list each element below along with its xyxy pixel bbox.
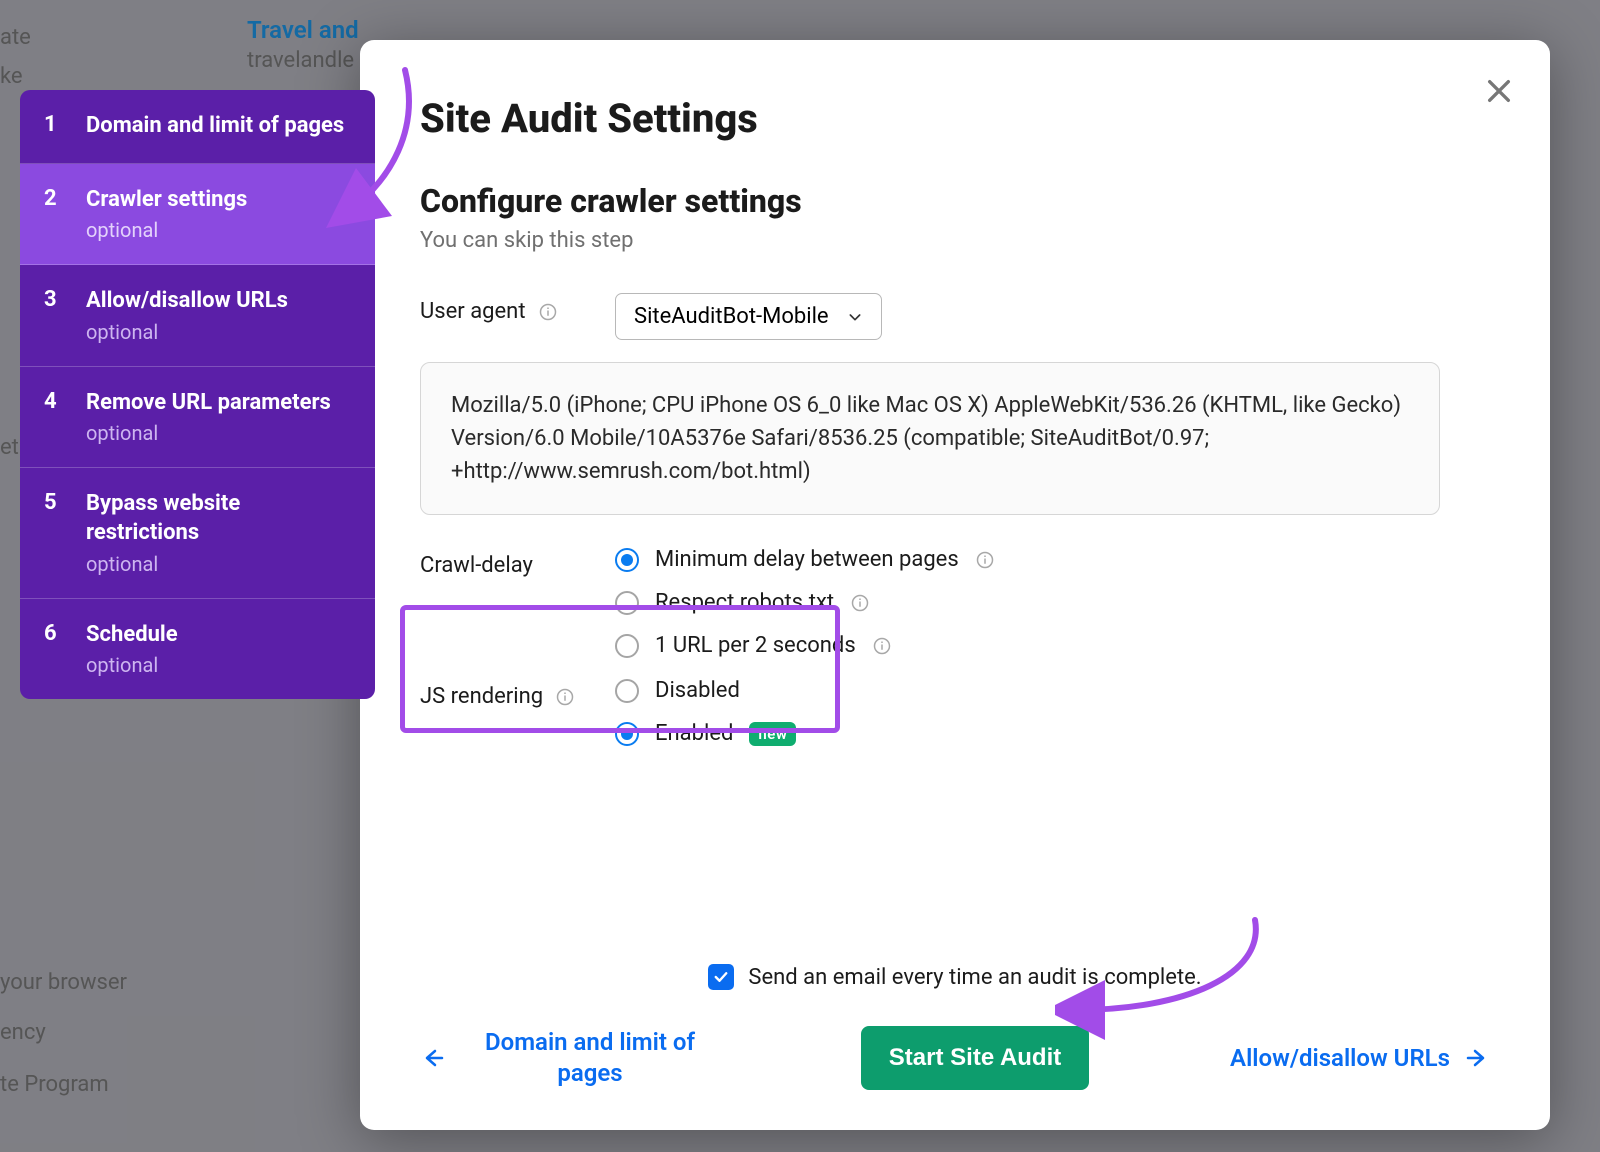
crawl-delay-label: Crawl-delay <box>420 553 533 578</box>
step-6-schedule[interactable]: 6 Schedule optional <box>20 599 375 700</box>
info-icon[interactable] <box>555 687 575 707</box>
radio-label: Minimum delay between pages <box>655 547 959 572</box>
radio-respect-robots[interactable] <box>615 591 639 615</box>
arrow-left-icon <box>420 1046 444 1070</box>
step-optional: optional <box>86 320 351 344</box>
step-5-bypass-restrictions[interactable]: 5 Bypass website restrictions optional <box>20 468 375 598</box>
step-2-crawler-settings[interactable]: 2 Crawler settings optional <box>20 164 375 266</box>
info-icon[interactable] <box>975 550 995 570</box>
step-title: Domain and limit of pages <box>86 112 351 141</box>
bg-frag-3: et <box>0 435 19 460</box>
modal-footer: Send an email every time an audit is com… <box>420 964 1490 1090</box>
step-title: Bypass website restrictions <box>86 490 351 547</box>
step-title: Crawler settings <box>86 186 351 215</box>
radio-rate-limit[interactable] <box>615 634 639 658</box>
step-4-remove-params[interactable]: 4 Remove URL parameters optional <box>20 367 375 469</box>
step-1-domain-limit[interactable]: 1 Domain and limit of pages <box>20 90 375 164</box>
close-button[interactable] <box>1483 75 1515 111</box>
close-icon <box>1483 75 1515 107</box>
info-icon[interactable] <box>850 593 870 613</box>
step-optional: optional <box>86 218 351 242</box>
new-badge: new <box>749 722 796 746</box>
section-title: Configure crawler settings <box>420 182 1490 220</box>
step-number: 2 <box>44 186 64 243</box>
user-agent-row: User agent SiteAuditBot-Mobile <box>420 293 1490 340</box>
step-number: 6 <box>44 621 64 678</box>
bg-project-title: Travel and <box>247 16 359 44</box>
modal-title: Site Audit Settings <box>420 95 1490 142</box>
info-icon[interactable] <box>872 636 892 656</box>
step-title: Schedule <box>86 621 351 650</box>
step-optional: optional <box>86 653 351 677</box>
crawl-delay-row: Crawl-delay Minimum delay between pages … <box>420 547 1490 658</box>
bg-frag-1: ate <box>0 25 31 50</box>
site-audit-settings-modal: Site Audit Settings Configure crawler se… <box>360 40 1550 1130</box>
step-number: 3 <box>44 287 64 344</box>
skip-hint: You can skip this step <box>420 228 1490 253</box>
bg-domain: travelandle <box>247 48 354 73</box>
chevron-down-icon <box>847 309 863 325</box>
radio-label: 1 URL per 2 seconds <box>655 633 856 658</box>
step-optional: optional <box>86 552 351 576</box>
email-checkbox[interactable] <box>708 964 734 990</box>
step-number: 1 <box>44 112 64 141</box>
email-label: Send an email every time an audit is com… <box>748 965 1201 990</box>
js-rendering-label: JS rendering <box>420 684 543 709</box>
user-agent-label: User agent <box>420 299 526 324</box>
prev-label: Domain and limit of pages <box>460 1027 720 1089</box>
js-rendering-row: JS rendering Disabled Enabled new <box>420 678 1490 746</box>
step-number: 4 <box>44 389 64 446</box>
radio-label: Enabled <box>655 721 733 746</box>
step-title: Remove URL parameters <box>86 389 351 418</box>
radio-label: Disabled <box>655 678 740 703</box>
radio-label: Respect robots.txt <box>655 590 834 615</box>
prev-step-link[interactable]: Domain and limit of pages <box>420 1027 720 1089</box>
user-agent-value: SiteAuditBot-Mobile <box>634 304 829 329</box>
bg-frag-program: te Program <box>0 1072 109 1097</box>
radio-min-delay[interactable] <box>615 548 639 572</box>
step-title: Allow/disallow URLs <box>86 287 351 316</box>
radio-js-disabled[interactable] <box>615 679 639 703</box>
next-label: Allow/disallow URLs <box>1230 1044 1450 1072</box>
next-step-link[interactable]: Allow/disallow URLs <box>1230 1044 1490 1072</box>
wizard-steps-sidebar: 1 Domain and limit of pages 2 Crawler se… <box>20 90 375 699</box>
bg-frag-2: ke <box>0 64 23 89</box>
bg-frag-ency: ency <box>0 1020 46 1045</box>
info-icon[interactable] <box>538 302 558 322</box>
bg-frag-browser: your browser <box>0 970 127 995</box>
step-3-allow-disallow[interactable]: 3 Allow/disallow URLs optional <box>20 265 375 367</box>
start-site-audit-button[interactable]: Start Site Audit <box>861 1026 1089 1090</box>
radio-js-enabled[interactable] <box>615 722 639 746</box>
user-agent-string: Mozilla/5.0 (iPhone; CPU iPhone OS 6_0 l… <box>420 362 1440 515</box>
step-number: 5 <box>44 490 64 575</box>
arrow-right-icon <box>1466 1046 1490 1070</box>
step-optional: optional <box>86 421 351 445</box>
user-agent-select[interactable]: SiteAuditBot-Mobile <box>615 293 882 340</box>
check-icon <box>712 968 730 986</box>
